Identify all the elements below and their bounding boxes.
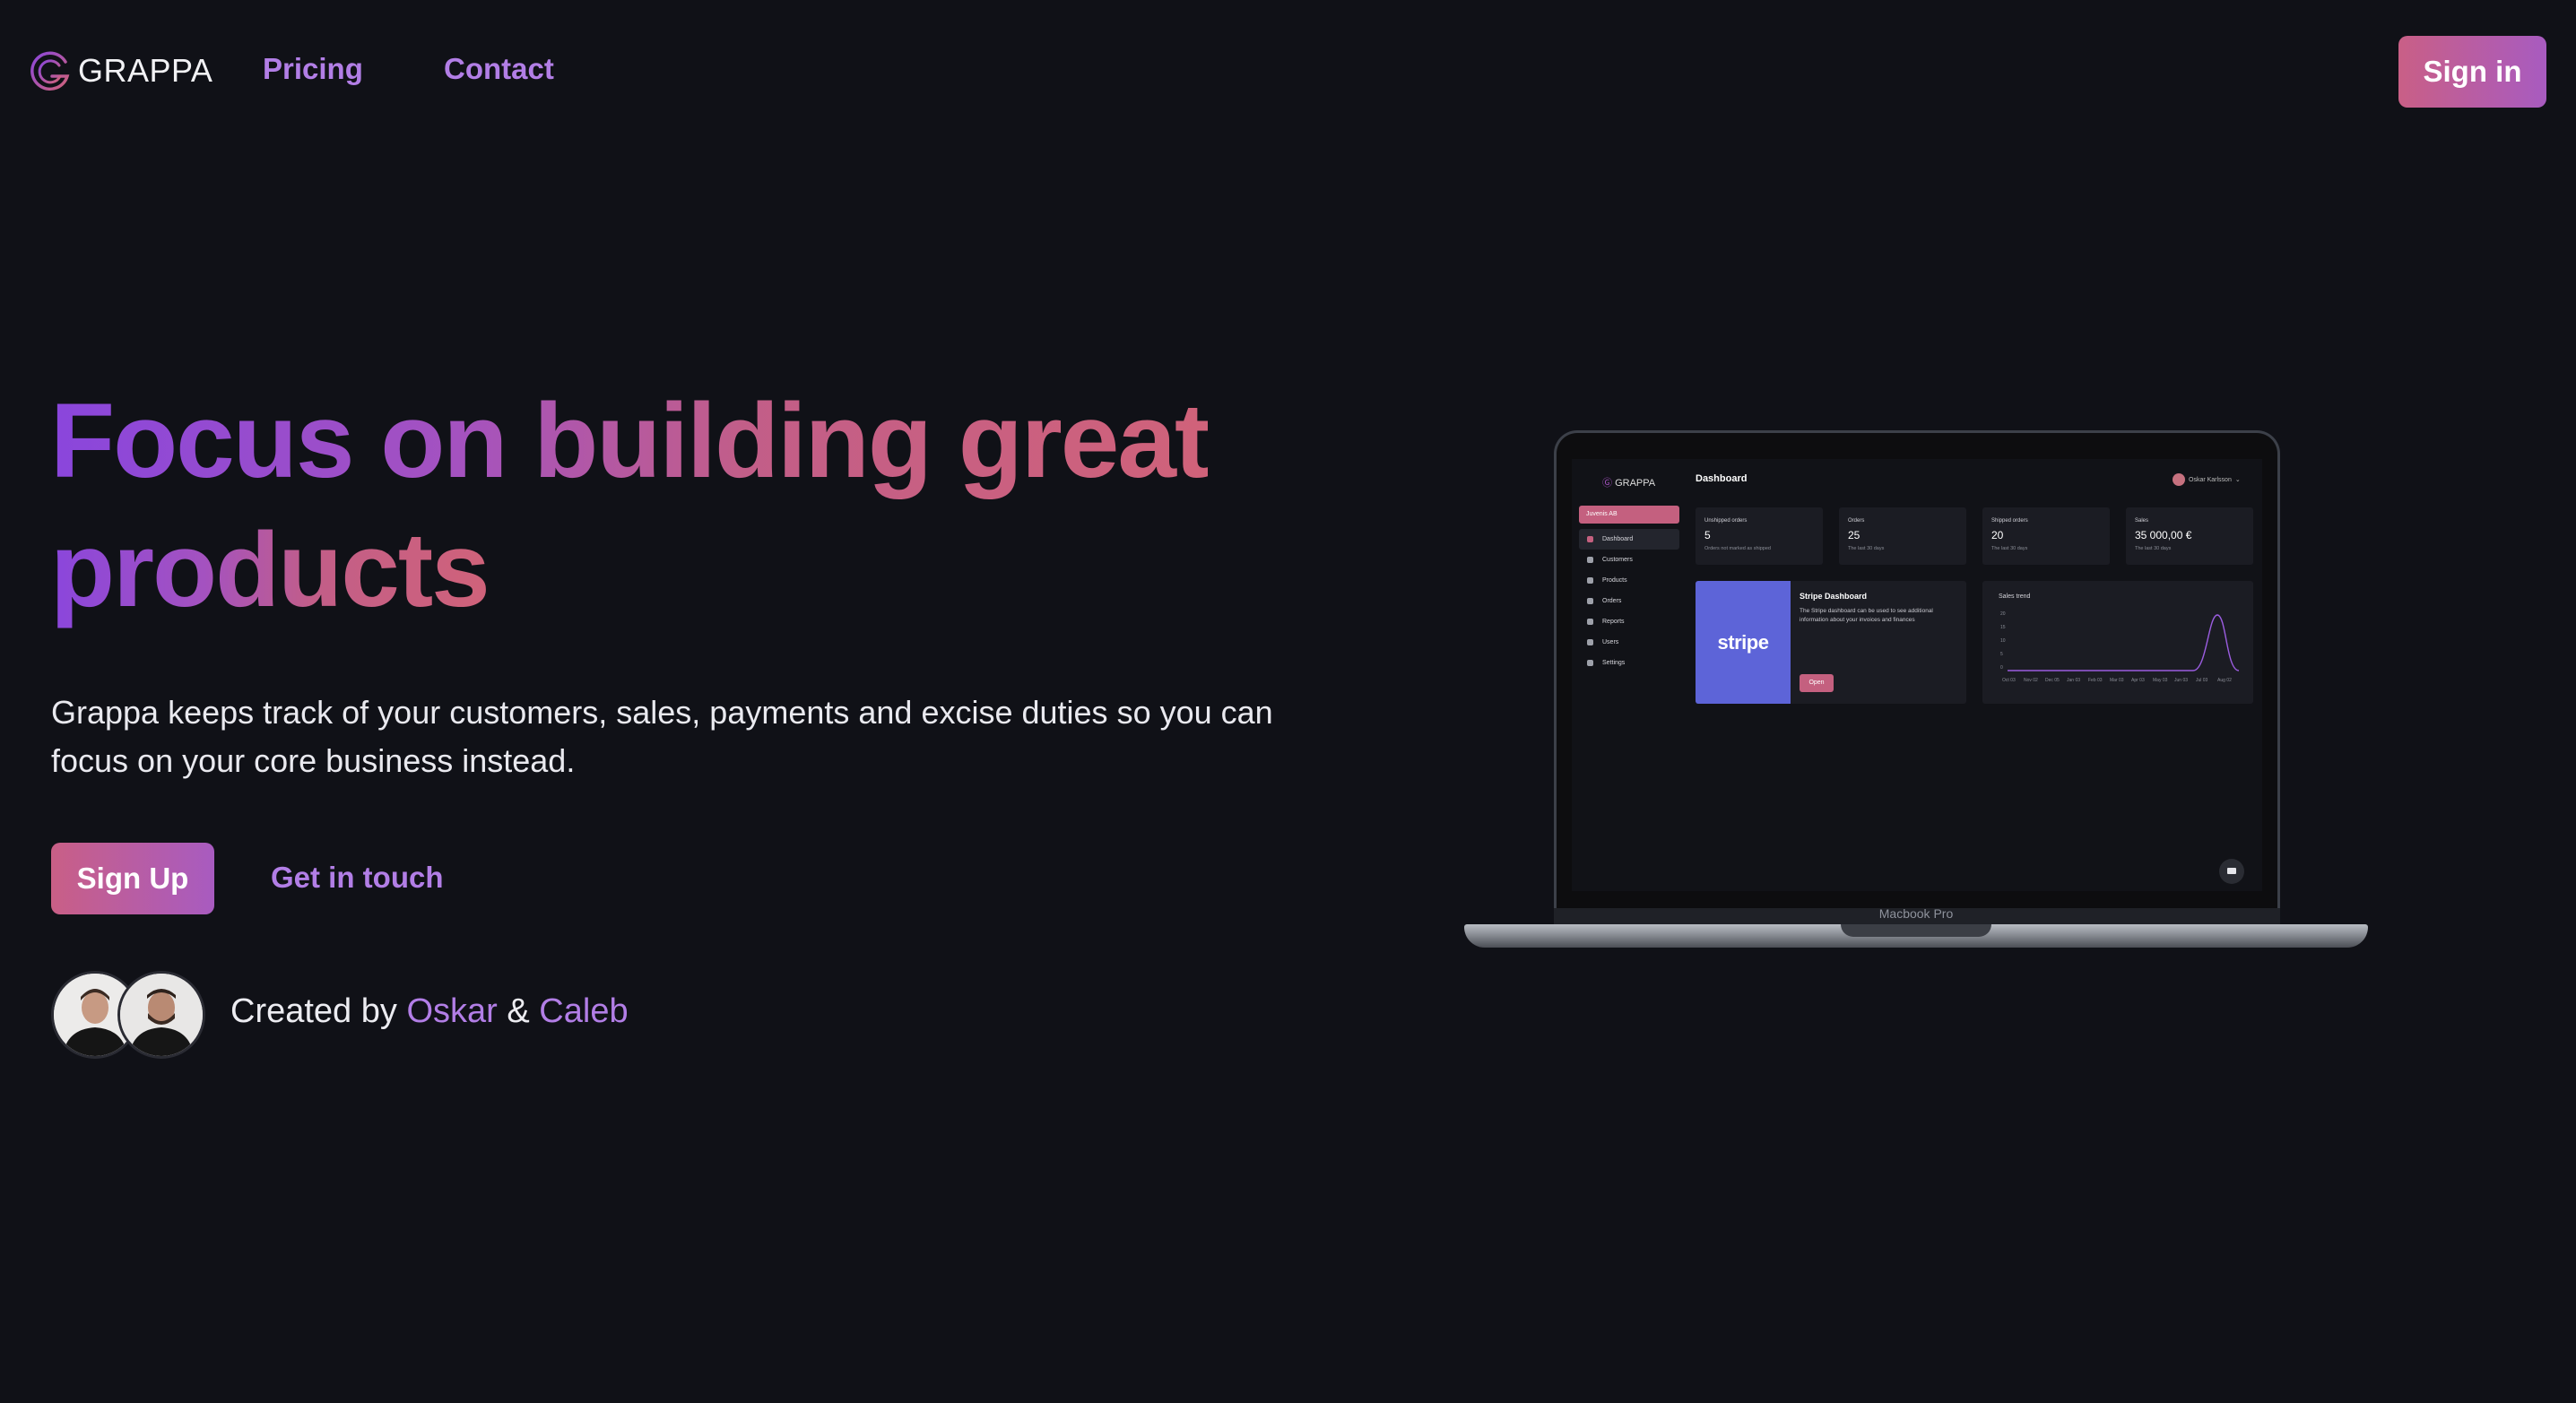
x-tick: Feb 03 [2088, 678, 2103, 683]
y-tick: 20 [2000, 611, 2006, 617]
mini-sidebar-reports: Reports [1579, 611, 1679, 632]
mini-sidebar-dashboard: Dashboard [1579, 529, 1679, 550]
mini-sidebar: Dashboard Customers Products Orders Repo… [1579, 529, 1679, 673]
stat-sub: Orders not marked as shipped [1704, 546, 1771, 551]
x-tick: Jun 03 [2174, 678, 2188, 683]
x-tick: Dec 05 [2045, 678, 2060, 683]
mini-brand: Ⓖ GRAPPA [1602, 475, 1655, 489]
stat-value: 20 [1991, 529, 2004, 541]
mini-stat-shipped: Shipped orders 20 The last 30 days [1982, 507, 2110, 565]
avatar-caleb [117, 971, 205, 1059]
headline-line-2: products [50, 511, 490, 629]
brand-name: GRAPPA [78, 52, 213, 89]
x-tick: Mar 03 [2110, 678, 2124, 683]
credit-prefix: Created by [230, 992, 397, 1030]
author-link-oskar[interactable]: Oskar [406, 992, 497, 1030]
mini-sidebar-users: Users [1579, 632, 1679, 653]
stat-label: Orders [1848, 518, 1865, 524]
creator-credit: Created by Oskar & Caleb [230, 992, 629, 1031]
stripe-open-button: Open [1800, 674, 1834, 692]
mini-stripe-card: stripe Stripe Dashboard The Stripe dashb… [1696, 581, 1966, 704]
x-tick: May 03 [2153, 678, 2168, 683]
laptop-mockup: Ⓖ GRAPPA Dashboard Oskar Karlsson ⌄ Juve… [1464, 429, 2368, 957]
mini-brand-name: GRAPPA [1615, 478, 1656, 489]
nav-link-contact[interactable]: Contact [444, 52, 554, 86]
mini-stat-sales: Sales 35 000,00 € The last 30 days [2126, 507, 2253, 565]
stat-sub: The last 30 days [1991, 546, 2028, 551]
laptop-model-label: Macbook Pro [1878, 906, 1954, 921]
stat-sub: The last 30 days [2135, 546, 2172, 551]
signin-button[interactable]: Sign in [2398, 36, 2546, 108]
mini-chat-icon [2219, 859, 2244, 884]
stat-value: 5 [1704, 529, 1711, 541]
dashboard-screenshot: Ⓖ GRAPPA Dashboard Oskar Karlsson ⌄ Juve… [1572, 459, 2262, 891]
laptop-notch [1841, 924, 1991, 937]
grappa-logo-icon [30, 51, 70, 91]
mini-sidebar-customers: Customers [1579, 550, 1679, 570]
stat-sub: The last 30 days [1848, 546, 1885, 551]
y-tick: 0 [2000, 665, 2003, 671]
x-tick: Aug 02 [2217, 678, 2232, 683]
stripe-desc: The Stripe dashboard can be used to see … [1800, 608, 1933, 623]
mini-sidebar-settings: Settings [1579, 653, 1679, 673]
stat-label: Sales [2135, 518, 2149, 524]
mini-stat-unshipped: Unshipped orders 5 Orders not marked as … [1696, 507, 1823, 565]
stat-value: 25 [1848, 529, 1860, 541]
sales-trend-chart: 20 15 10 5 0 Oct 03 Nov 02 Dec 05 Jan 03… [2000, 611, 2240, 683]
stripe-logo: stripe [1696, 581, 1791, 704]
x-tick: Oct 03 [2002, 678, 2016, 683]
author-link-caleb[interactable]: Caleb [539, 992, 628, 1030]
nav-link-pricing[interactable]: Pricing [263, 52, 363, 86]
mini-avatar [2173, 473, 2185, 486]
mini-user-name: Oskar Karlsson [2189, 476, 2232, 483]
mini-user-menu: Oskar Karlsson ⌄ [2173, 473, 2241, 486]
credit-amp: & [507, 992, 530, 1030]
trend-line [2008, 614, 2240, 671]
mini-sales-trend-card: Sales trend 20 15 10 5 0 Oct 03 Nov 02 D… [1982, 581, 2253, 704]
stat-label: Shipped orders [1991, 518, 2028, 524]
brand-logo[interactable]: GRAPPA [30, 49, 212, 92]
mini-sidebar-orders: Orders [1579, 591, 1679, 611]
get-in-touch-link[interactable]: Get in touch [271, 861, 444, 895]
stripe-title: Stripe Dashboard [1800, 592, 1868, 601]
mini-logo-icon: Ⓖ [1602, 478, 1612, 489]
top-nav: GRAPPA Pricing Contact Sign in [0, 0, 2576, 143]
mini-sidebar-products: Products [1579, 570, 1679, 591]
x-tick: Apr 03 [2131, 678, 2145, 683]
signup-button[interactable]: Sign Up [51, 843, 214, 914]
headline-line-1: Focus on building great [50, 382, 1210, 500]
mini-stat-orders: Orders 25 The last 30 days [1839, 507, 1966, 565]
y-tick: 10 [2000, 638, 2006, 644]
creator-avatars [51, 971, 205, 1059]
y-tick: 5 [2000, 652, 2003, 657]
mini-org-select: Juvenis AB [1579, 506, 1679, 524]
hero-headline: Focus on building great products [50, 377, 1305, 635]
mini-page-title: Dashboard [1696, 473, 1748, 484]
stat-label: Unshipped orders [1704, 518, 1748, 524]
y-tick: 15 [2000, 625, 2006, 630]
stat-value: 35 000,00 € [2135, 529, 2192, 541]
mini-chevron-down-icon: ⌄ [2234, 477, 2241, 483]
x-tick: Jul 03 [2196, 678, 2208, 683]
x-tick: Jan 03 [2067, 678, 2080, 683]
hero-subtext: Grappa keeps track of your customers, sa… [51, 694, 1273, 779]
x-tick: Nov 02 [2024, 678, 2038, 683]
